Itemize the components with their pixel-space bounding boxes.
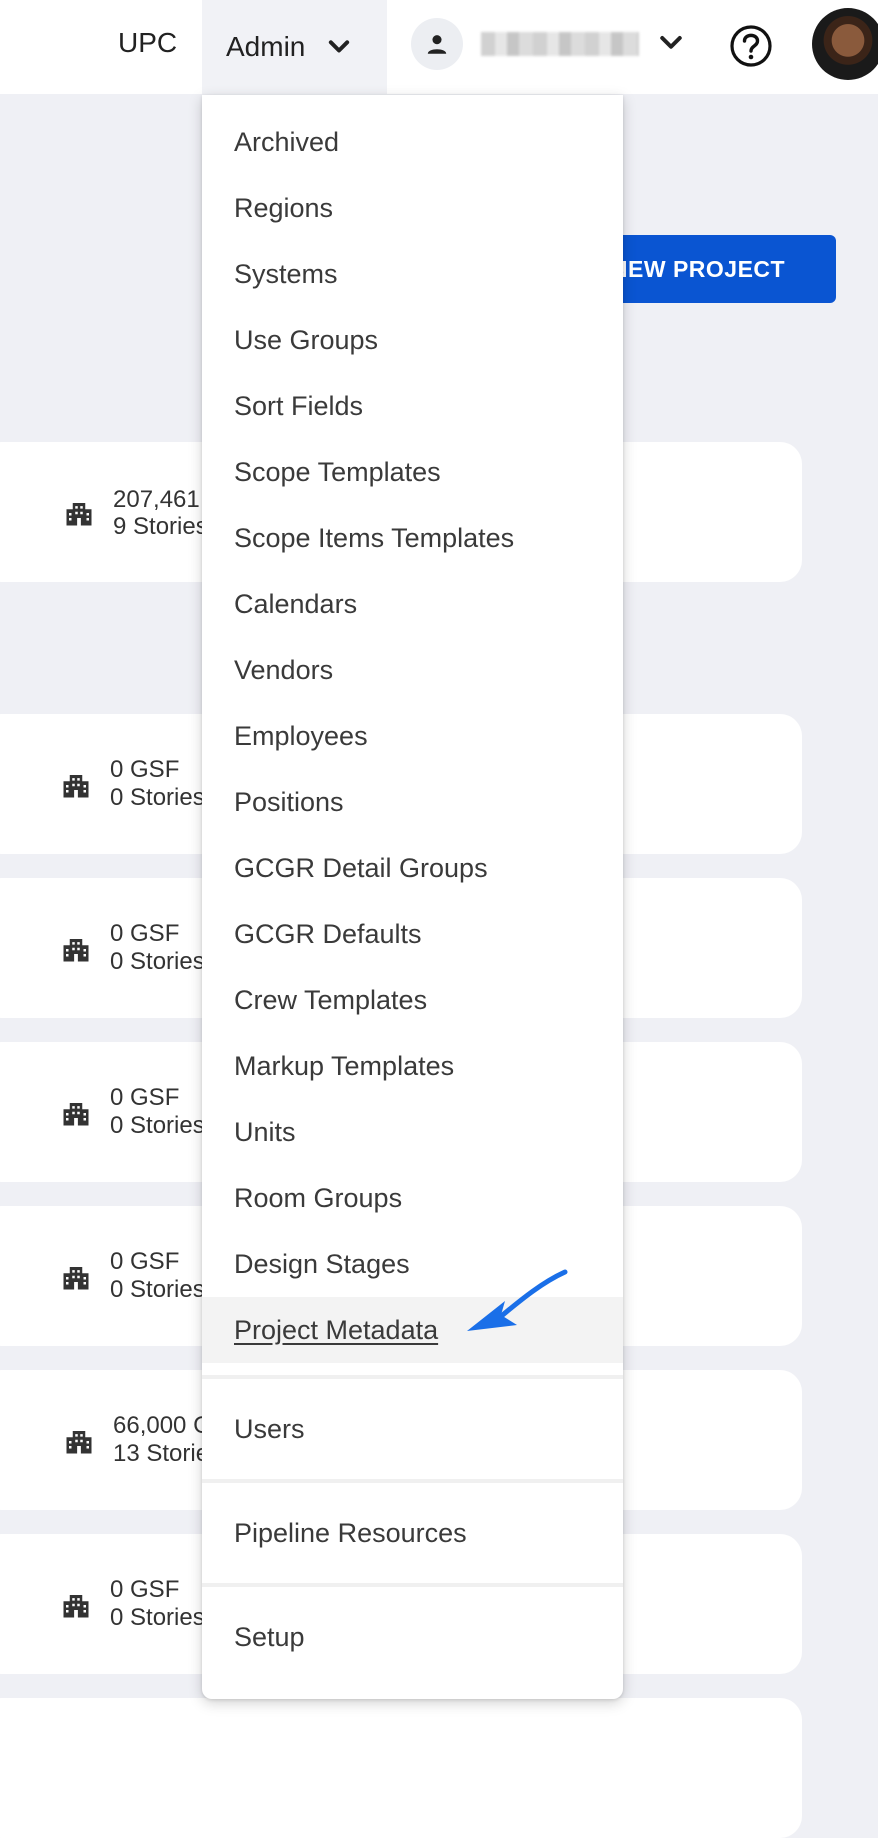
menu-item-archived[interactable]: Archived: [202, 109, 623, 175]
menu-item-vendors[interactable]: Vendors: [202, 637, 623, 703]
menu-item-calendars[interactable]: Calendars: [202, 571, 623, 637]
building-icon: [63, 1103, 89, 1126]
help-icon[interactable]: [729, 24, 773, 68]
menu-item-markup-templates[interactable]: Markup Templates: [202, 1033, 623, 1099]
card-area: 0 GSF: [110, 1084, 180, 1111]
project-card[interactable]: [0, 1698, 802, 1838]
chevron-down-icon: [329, 40, 350, 53]
menu-item-systems[interactable]: Systems: [202, 241, 623, 307]
user-menu-avatar[interactable]: [411, 18, 463, 70]
menu-item-setup[interactable]: Setup: [202, 1587, 623, 1687]
building-icon: [63, 939, 89, 962]
menu-item-use-groups[interactable]: Use Groups: [202, 307, 623, 373]
card-area: 0 GSF: [110, 1248, 180, 1275]
card-stories: 0 Stories: [110, 1276, 205, 1303]
menu-item-pipeline-resources[interactable]: Pipeline Resources: [202, 1483, 623, 1583]
nav-admin-dropdown[interactable]: Admin: [202, 0, 387, 94]
card-stories: 0 Stories: [110, 1112, 205, 1139]
menu-item-scope-templates[interactable]: Scope Templates: [202, 439, 623, 505]
arrow-annotation: [467, 1269, 568, 1331]
building-icon: [66, 1431, 92, 1454]
menu-item-units[interactable]: Units: [202, 1099, 623, 1165]
menu-item-gcgr-detail-groups[interactable]: GCGR Detail Groups: [202, 835, 623, 901]
menu-item-regions[interactable]: Regions: [202, 175, 623, 241]
card-stories: 0 Stories: [110, 784, 205, 811]
menu-item-employees[interactable]: Employees: [202, 703, 623, 769]
card-stories: 9 Stories: [113, 513, 208, 540]
nav-admin-label: Admin: [226, 31, 306, 62]
card-area: 0 GSF: [110, 756, 180, 783]
user-icon: [427, 35, 447, 54]
building-icon: [66, 503, 92, 526]
card-area: 0 GSF: [110, 1576, 180, 1603]
admin-dropdown-menu: Archived Regions Systems Use Groups Sort…: [202, 95, 623, 1699]
card-area: 0 GSF: [110, 920, 180, 947]
building-icon: [63, 775, 89, 798]
card-stories: 0 Stories: [110, 948, 205, 975]
menu-item-scope-items-templates[interactable]: Scope Items Templates: [202, 505, 623, 571]
building-icon: [63, 1595, 89, 1618]
user-name-redacted[interactable]: [481, 32, 639, 56]
menu-item-gcgr-defaults[interactable]: GCGR Defaults: [202, 901, 623, 967]
card-stories: 0 Stories: [110, 1604, 205, 1631]
menu-bottom-padding: [202, 1687, 623, 1699]
menu-item-sort-fields[interactable]: Sort Fields: [202, 373, 623, 439]
chevron-down-icon[interactable]: [656, 28, 686, 58]
profile-photo-avatar[interactable]: [812, 8, 878, 80]
menu-item-positions[interactable]: Positions: [202, 769, 623, 835]
menu-item-crew-templates[interactable]: Crew Templates: [202, 967, 623, 1033]
building-icon: [63, 1267, 89, 1290]
menu-item-users[interactable]: Users: [202, 1379, 623, 1479]
nav-upc-link[interactable]: UPC: [118, 0, 177, 86]
menu-item-room-groups[interactable]: Room Groups: [202, 1165, 623, 1231]
